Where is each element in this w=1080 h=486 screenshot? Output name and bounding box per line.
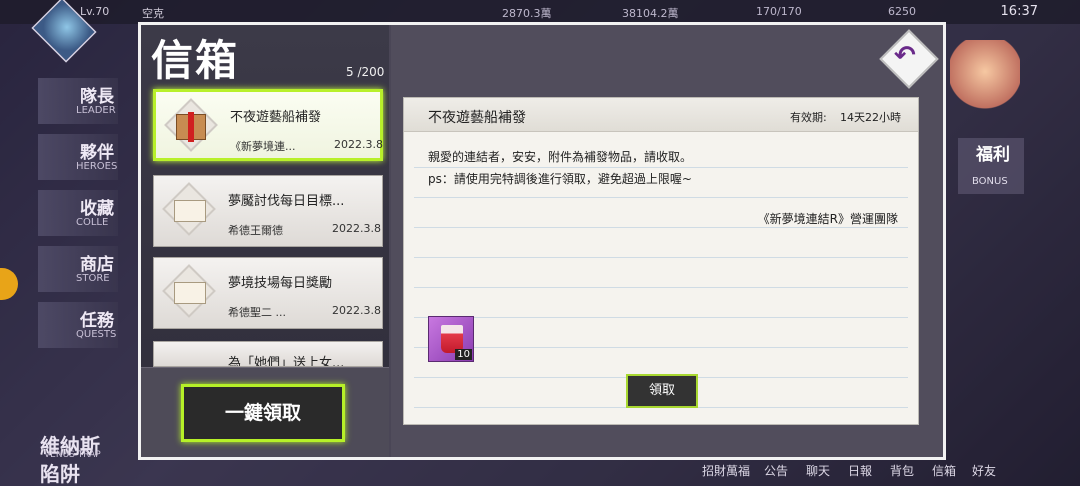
mail-list-pane: 信箱 5 /200 不夜遊藝船補發 《新夢境連... 2022.3.8 夢魘討伐… <box>141 25 389 457</box>
resource-2: 38104.2萬 <box>622 7 679 20</box>
nav-sublabel: COLLE <box>76 217 109 228</box>
nav-label: 夥伴 <box>80 143 114 163</box>
attachment-item[interactable]: 10 <box>428 316 474 362</box>
nav-notice[interactable]: 公告 <box>764 462 788 479</box>
back-button[interactable]: ↶ <box>878 29 939 90</box>
page-title: 信箱 <box>151 36 240 85</box>
nav-friends[interactable]: 好友 <box>972 462 996 479</box>
mail-item[interactable]: 夢境技場每日獎勵 希德聖二 ... 2022.3.8 <box>153 257 383 329</box>
mail-item[interactable]: 不夜遊藝船補發 《新夢境連... 2022.3.8 <box>153 89 383 161</box>
envelope-icon <box>162 264 216 318</box>
validity-label: 有效期: <box>790 111 827 124</box>
nav-daily[interactable]: 日報 <box>848 462 872 479</box>
nav-sublabel: HEROES <box>76 161 118 172</box>
nav-mailbox[interactable]: 信箱 <box>932 462 956 479</box>
nav-heroes[interactable]: 夥伴 HEROES <box>38 134 118 180</box>
mail-title: 不夜遊藝船補發 <box>230 110 322 125</box>
bonus-button[interactable]: 福利 BONUS <box>958 138 1024 194</box>
mail-item[interactable]: 夢魘討伐每日目標... 希德王爾德 2022.3.8 <box>153 175 383 247</box>
claim-button[interactable]: 領取 <box>626 374 698 408</box>
mail-sender: 希德王爾德 <box>228 224 283 237</box>
mail-sender: 希德聖二 ... <box>228 306 286 319</box>
mail-title: 為「她們」送上女... <box>228 356 345 367</box>
mail-list-footer: 一鍵領取 <box>141 367 389 457</box>
mail-date: 2022.3.8 <box>332 222 381 235</box>
mail-letter: 不夜遊藝船補發 有效期: 14天22小時 親愛的連結者，安安，附件為補發物品，請… <box>403 97 919 425</box>
nav-bag[interactable]: 背包 <box>890 462 914 479</box>
nav-store[interactable]: 商店 STORE <box>38 246 118 292</box>
claim-all-button[interactable]: 一鍵領取 <box>181 384 345 442</box>
mailbox-dialog: 信箱 5 /200 不夜遊藝船補發 《新夢境連... 2022.3.8 夢魘討伐… <box>138 22 946 460</box>
nav-label: 任務 <box>80 311 114 331</box>
bonus-sublabel: BONUS <box>972 176 1008 187</box>
character-portrait <box>950 40 1020 110</box>
nav-label: 收藏 <box>80 199 114 219</box>
nav-collection[interactable]: 收藏 COLLE <box>38 190 118 236</box>
nav-sublabel: LEADER <box>76 105 116 116</box>
mail-item[interactable]: 為「她們」送上女... <box>153 341 383 367</box>
attachment-qty: 10 <box>455 349 472 360</box>
letter-body-line-1: 親愛的連結者，安安，附件為補發物品，請收取。 <box>428 150 693 164</box>
nav-leader[interactable]: 隊長 LEADER <box>38 78 118 124</box>
stamina: 170/170 <box>756 5 802 18</box>
back-arrow-icon: ↶ <box>894 41 916 71</box>
mail-count: 5 /200 <box>346 65 385 79</box>
letter-title: 不夜遊藝船補發 <box>428 110 526 126</box>
validity-value: 14天22小時 <box>840 111 901 124</box>
mail-title: 夢魘討伐每日目標... <box>228 194 345 209</box>
resource-4: 6250 <box>888 5 916 18</box>
mail-detail-pane: 不夜遊藝船補發 有效期: 14天22小時 親愛的連結者，安安，附件為補發物品，請… <box>391 25 943 457</box>
resource-1: 2870.3萬 <box>502 7 552 20</box>
nav-sublabel: QUESTS <box>76 329 117 340</box>
nav-chat[interactable]: 聊天 <box>806 462 830 479</box>
mail-date: 2022.3.8 <box>334 138 383 151</box>
nav-fortune[interactable]: 招財萬福 <box>702 462 750 479</box>
status-bar: Lv.70 空克 2870.3萬 38104.2萬 170/170 6250 1… <box>0 0 1080 63</box>
nav-sublabel: STORE <box>76 273 110 284</box>
player-name: 空克 <box>142 7 164 20</box>
mail-title: 夢境技場每日獎勵 <box>228 276 333 291</box>
mail-date: 2022.3.8 <box>332 304 381 317</box>
letter-header: 不夜遊藝船補發 有效期: 14天22小時 <box>404 98 918 132</box>
gift-box-icon <box>164 98 218 152</box>
bonus-label: 福利 <box>976 145 1010 165</box>
letter-signature: 《新夢境連結R》營運團隊 <box>757 212 898 226</box>
envelope-icon <box>162 182 216 236</box>
nav-label: 隊長 <box>80 87 114 107</box>
mail-sender: 《新夢境連... <box>230 140 296 153</box>
nav-label: 商店 <box>80 255 114 275</box>
clock: 16:37 <box>1000 4 1038 19</box>
player-level: Lv.70 <box>80 5 110 18</box>
nav-quests[interactable]: 任務 QUESTS <box>38 302 118 348</box>
letter-body-line-2: ps：請使用完特調後進行領取，避免超過上限喔~ <box>428 172 692 186</box>
event-title-2: 陷阱 <box>40 462 80 486</box>
